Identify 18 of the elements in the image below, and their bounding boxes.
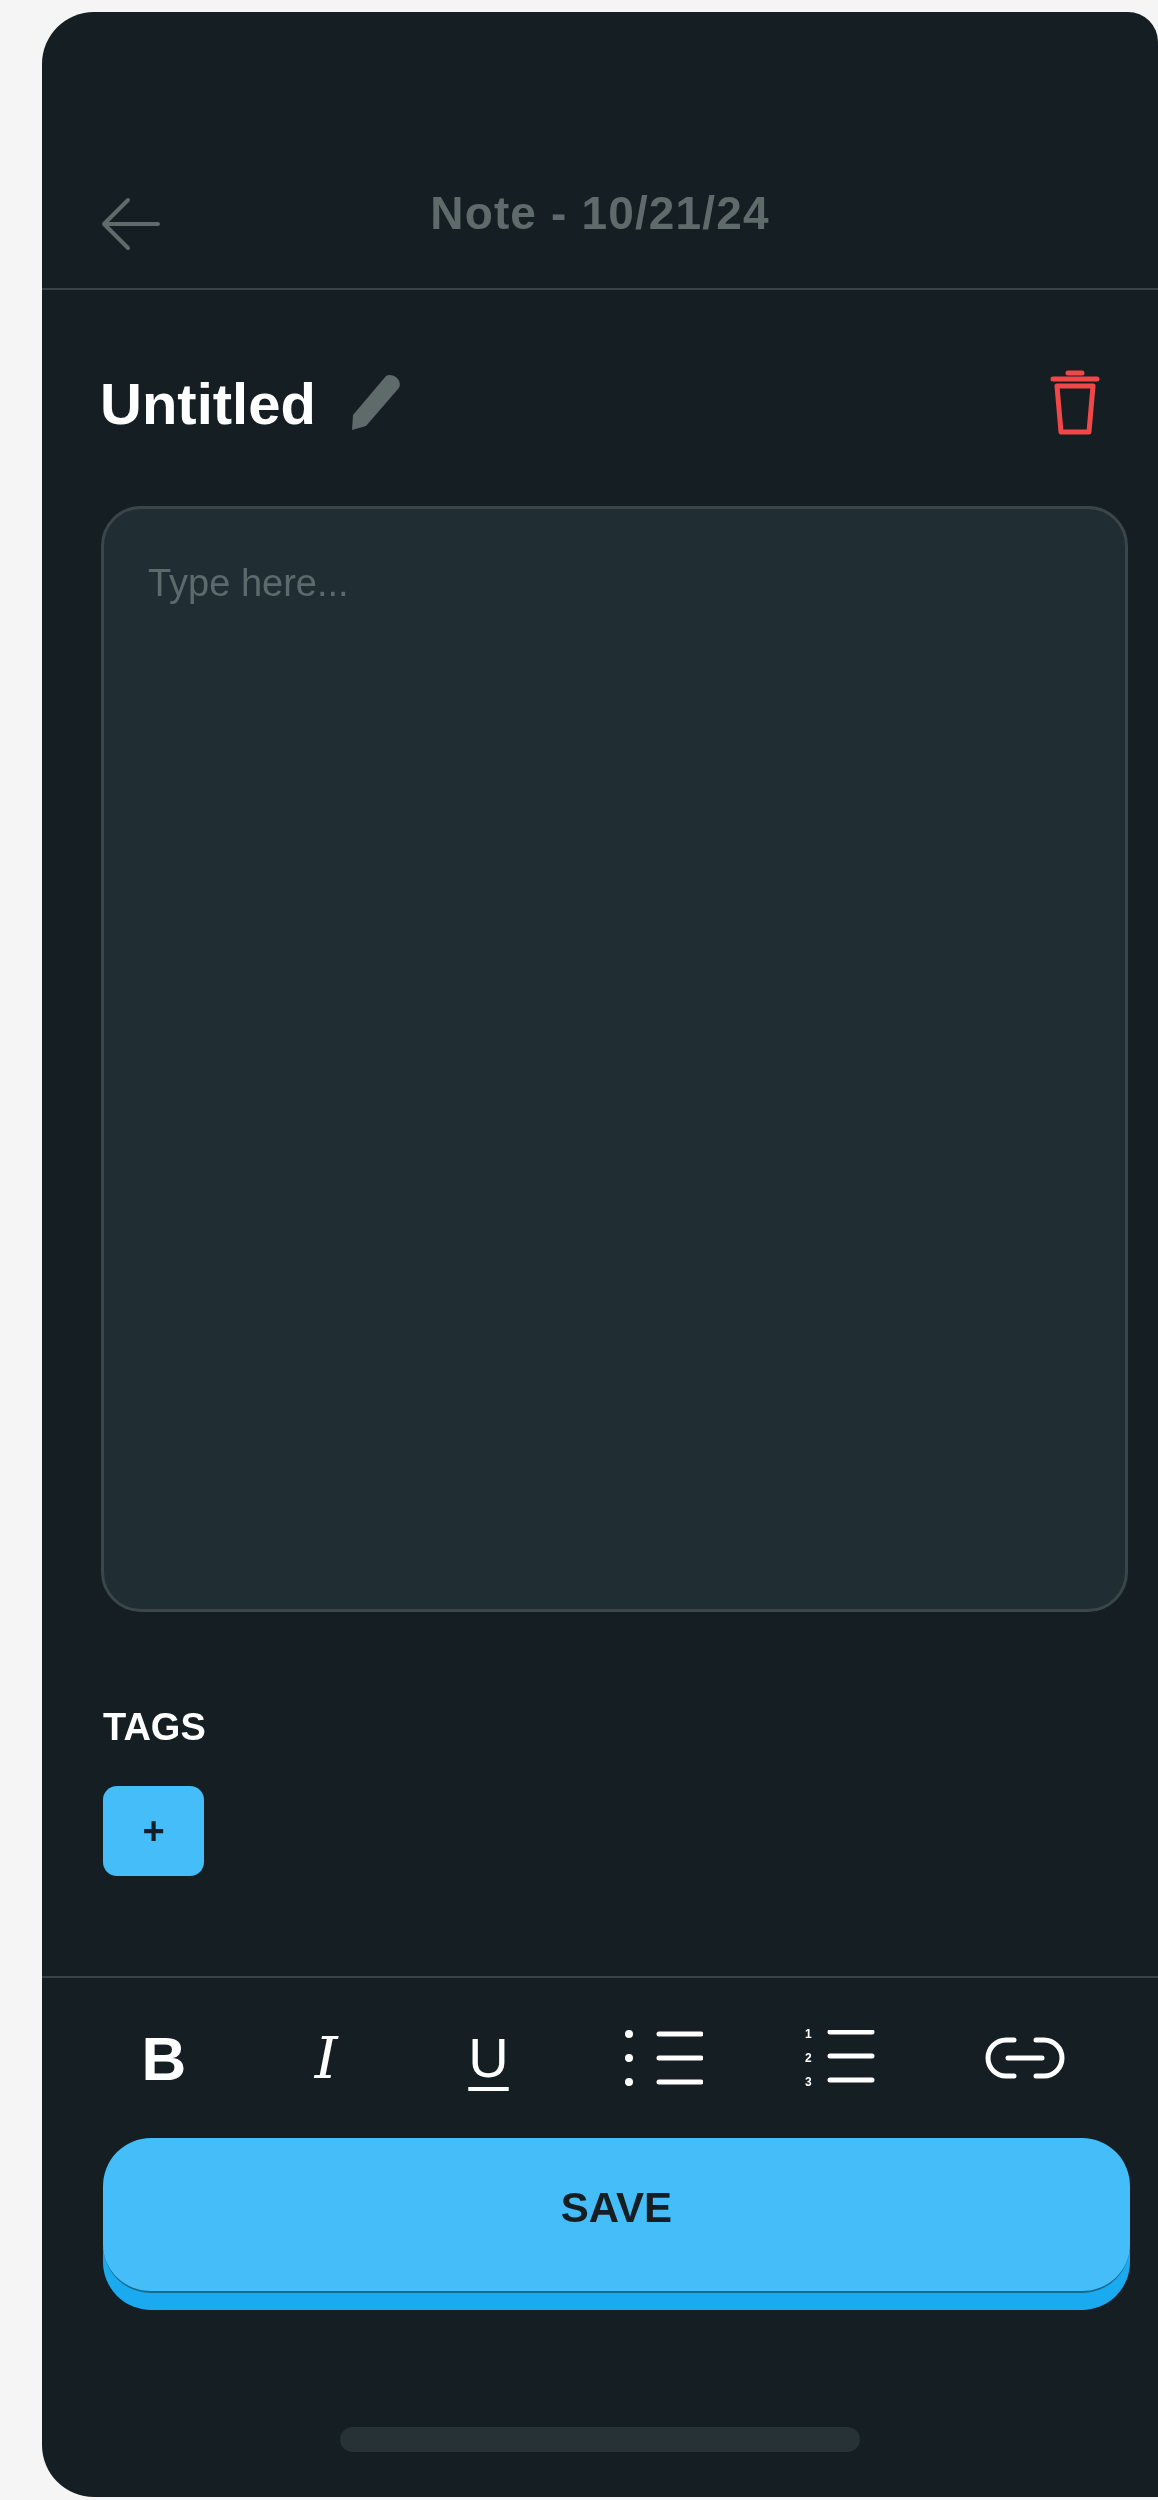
list-number: 1 [805, 2025, 812, 2043]
underline-button[interactable]: U [458, 2018, 519, 2098]
add-tag-button[interactable]: + [103, 1786, 204, 1876]
back-arrow-icon [100, 196, 160, 252]
note-text-area[interactable]: Type here... [101, 506, 1128, 1612]
note-title: Untitled [100, 369, 316, 438]
bold-button[interactable]: B [134, 2018, 194, 2098]
pencil-icon [349, 374, 400, 432]
link-icon [983, 2036, 1066, 2080]
tags-label: TAGS [103, 1705, 207, 1750]
list-number: 3 [805, 2073, 812, 2091]
numbered-list-button[interactable]: 1 2 3 [805, 2018, 882, 2098]
list-number: 2 [805, 2049, 812, 2067]
screen-title: Note - 10/21/24 [430, 186, 770, 241]
trash-icon [1050, 370, 1100, 436]
delete-button[interactable] [1050, 370, 1100, 436]
edit-title-button[interactable] [349, 373, 400, 433]
italic-button[interactable]: I [296, 2018, 357, 2098]
